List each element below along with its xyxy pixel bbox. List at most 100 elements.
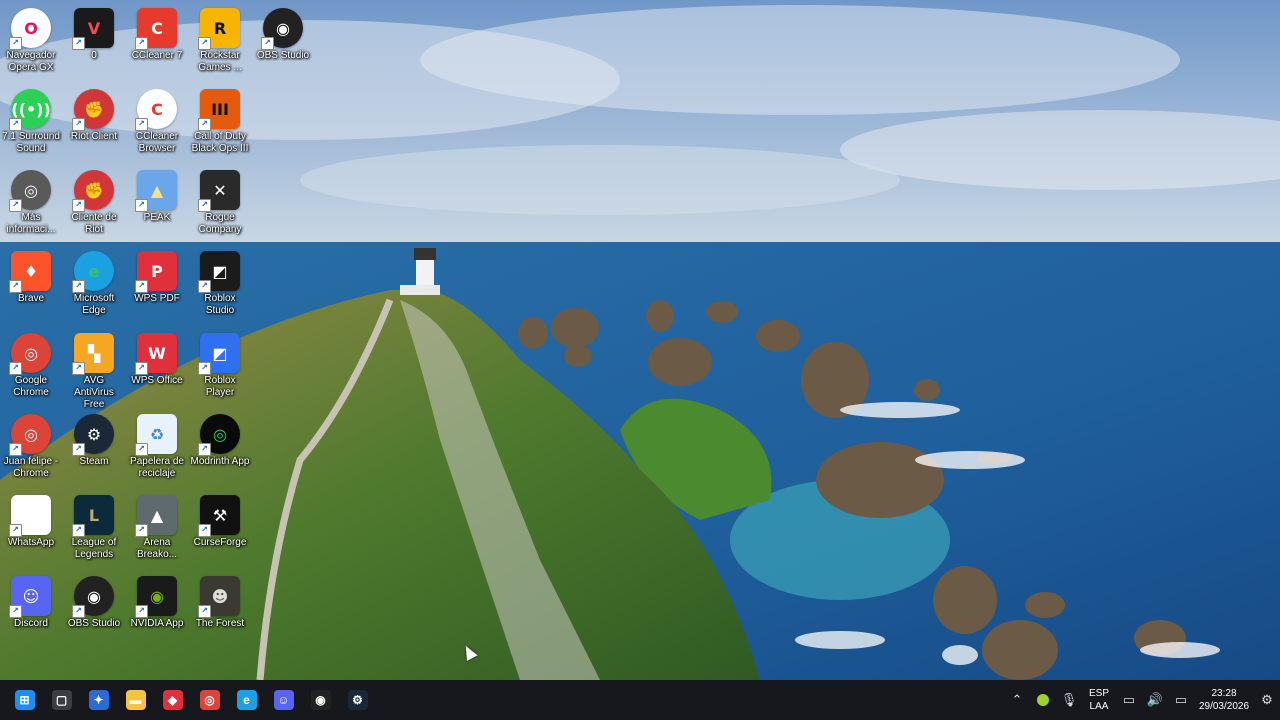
desktop-shortcut-label: OBS Studio: [67, 618, 121, 629]
shortcut-arrow-icon: ↗: [72, 118, 85, 131]
desktop-shortcut[interactable]: ◩ ↗ Roblox Player: [189, 329, 251, 399]
system-tray: ⌃ 🎙 ESP LAA ▭ 🔊 ▭ 23:28 29/03/2026 ⚙: [1004, 680, 1280, 720]
language-indicator[interactable]: ESP LAA: [1082, 687, 1116, 713]
taskbar-button[interactable]: ◉: [302, 680, 339, 720]
desktop-shortcut[interactable]: ⚒ ↗ CurseForge: [189, 491, 251, 549]
desktop-shortcut[interactable]: e ↗ Microsoft Edge: [63, 247, 125, 317]
desktop-shortcut[interactable]: ▚ ↗ AVG AntiVirus Free: [63, 329, 125, 411]
desktop-shortcut[interactable]: C ↗ CCleaner Browser: [126, 85, 188, 155]
desktop-shortcut-label: Discord: [14, 618, 48, 629]
desktop-shortcut[interactable]: ✕ ↗ Rogue Company: [189, 166, 251, 236]
shortcut-arrow-icon: ↗: [72, 605, 85, 618]
desktop-shortcut[interactable]: O ↗ Navegador Opera GX: [0, 4, 62, 74]
taskbar-button[interactable]: ▢: [43, 680, 80, 720]
desktop-shortcut[interactable]: ◉ ↗ NVIDIA App: [126, 572, 188, 630]
shortcut-arrow-icon: ↗: [198, 443, 211, 456]
desktop-shortcut[interactable]: ◎ ↗ Más informaci...: [0, 166, 62, 236]
desktop-shortcut-label: 7.1 Surround Sound: [2, 131, 60, 154]
desktop-shortcut[interactable]: ☻ ↗ The Forest: [189, 572, 251, 630]
shortcut-arrow-icon: ↗: [72, 37, 85, 50]
clock-date: 29/03/2026: [1198, 701, 1250, 712]
desktop-shortcut-label: Google Chrome: [13, 375, 49, 398]
battery-icon[interactable]: ▭: [1168, 680, 1194, 720]
desktop-shortcut[interactable]: ◉ ↗ OBS Studio: [63, 572, 125, 630]
desktop-shortcut-label: Microsoft Edge: [73, 293, 115, 316]
desktop-shortcut[interactable]: ((•)) ↗ 7.1 Surround Sound: [0, 85, 62, 155]
taskbar-button[interactable]: e: [228, 680, 265, 720]
desktop-shortcut[interactable]: ▲ ↗ Arena Breako...: [126, 491, 188, 561]
discord-icon: ☺ ↗: [9, 576, 51, 618]
obs-icon: ◉ ↗: [261, 8, 303, 50]
shortcut-arrow-icon: ↗: [72, 199, 85, 212]
taskbar-button[interactable]: ⚙: [339, 680, 376, 720]
chrome-profile-icon: ◎ ↗: [9, 414, 51, 456]
notifications-icon[interactable]: ⚙: [1254, 680, 1280, 720]
desktop-shortcut[interactable]: W ↗ WPS Office: [126, 329, 188, 387]
desktop-shortcut-label: Roblox Studio: [204, 293, 236, 316]
riot-client-icon: ✊ ↗: [72, 170, 114, 212]
network-icon[interactable]: ▭: [1116, 680, 1142, 720]
arena-breakout-icon: ▲ ↗: [135, 495, 177, 537]
chevron-up-icon[interactable]: ⌃: [1004, 680, 1030, 720]
desktop-shortcut[interactable]: R ↗ Rockstar Games ...: [189, 4, 251, 74]
desktop-shortcut-label: PEAK: [143, 212, 171, 223]
roblox-player-icon: ◩ ↗: [198, 333, 240, 375]
desktop-shortcut[interactable]: ◩ ↗ Roblox Studio: [189, 247, 251, 317]
desktop-shortcut[interactable]: ◎ ↗ Modrinth App: [189, 410, 251, 468]
league-icon: L ↗: [72, 495, 114, 537]
taskbar-button[interactable]: ⊞: [6, 680, 43, 720]
keyboard-layout: LAA: [1089, 701, 1109, 712]
desktop-shortcut-label: WPS Office: [131, 375, 183, 386]
desktop-shortcut-label: Riot Client: [70, 131, 118, 142]
desktop-shortcut-label: WPS PDF: [134, 293, 180, 304]
desktop-shortcut[interactable]: V ↗ 0: [63, 4, 125, 62]
desktop-shortcut[interactable]: ▲ ↗ PEAK: [126, 166, 188, 224]
desktop-shortcut[interactable]: ⚙ ↗ Steam: [63, 410, 125, 468]
surround-sound-icon: ((•)) ↗: [9, 89, 51, 131]
tray-app-icon[interactable]: [1030, 680, 1056, 720]
recycle-bin-icon: ♻ ↗: [135, 414, 177, 456]
windows-start-icon: ⊞: [14, 690, 35, 710]
desktop-shortcut-label: AVG AntiVirus Free: [74, 375, 114, 410]
desktop-shortcut[interactable]: ♻ ↗ Papelera de reciclaje: [126, 410, 188, 480]
desktop-shortcut-label: Rogue Company: [198, 212, 242, 235]
desktop-shortcut-label: Más informaci...: [6, 212, 56, 235]
desktop-shortcut[interactable]: ☺ ↗ Discord: [0, 572, 62, 630]
shortcut-arrow-icon: ↗: [198, 199, 211, 212]
desktop-shortcut[interactable]: ◉ ↗ OBS Studio: [252, 4, 314, 62]
desktop-shortcut[interactable]: ✊ ↗ Cliente de Riot: [63, 166, 125, 236]
shortcut-arrow-icon: ↗: [9, 37, 22, 50]
taskbar-button[interactable]: ☺: [265, 680, 302, 720]
shortcut-arrow-icon: ↗: [135, 362, 148, 375]
desktop-shortcut[interactable]: C ↗ CCleaner 7: [126, 4, 188, 62]
desktop-shortcut[interactable]: ◎ ↗ Juan felipe - Chrome: [0, 410, 62, 480]
shortcut-arrow-icon: ↗: [198, 118, 211, 131]
desktop-shortcut[interactable]: ♦ ↗ Brave: [0, 247, 62, 305]
desktop-shortcut-label: Juan felipe - Chrome: [3, 456, 59, 479]
microphone-icon[interactable]: 🎙: [1056, 680, 1082, 720]
shortcut-arrow-icon: ↗: [135, 524, 148, 537]
valorant-icon: V ↗: [72, 8, 114, 50]
clock[interactable]: 23:28 29/03/2026: [1194, 687, 1254, 713]
desktop-shortcut[interactable]: P ↗ WPS PDF: [126, 247, 188, 305]
steam-icon: ⚙ ↗: [72, 414, 114, 456]
taskbar-button[interactable]: ◆: [154, 680, 191, 720]
desktop-shortcut-label: Call of Duty Black Ops III: [191, 131, 249, 154]
taskbar-button[interactable]: ◎: [191, 680, 228, 720]
shortcut-arrow-icon: ↗: [135, 280, 148, 293]
ccleaner-browser-icon: C ↗: [135, 89, 177, 131]
desktop-shortcut[interactable]: ↗ WhatsApp: [0, 491, 62, 549]
volume-icon[interactable]: 🔊: [1142, 680, 1168, 720]
desktop-shortcut[interactable]: ◎ ↗ Google Chrome: [0, 329, 62, 399]
taskbar-button[interactable]: ▬: [117, 680, 154, 720]
peak-icon: ▲ ↗: [135, 170, 177, 212]
taskbar-button[interactable]: ✦: [80, 680, 117, 720]
desktop-shortcut[interactable]: ✊ ↗ Riot Client: [63, 85, 125, 143]
shortcut-arrow-icon: ↗: [135, 37, 148, 50]
clock-time: 23:28: [1211, 688, 1237, 699]
shortcut-arrow-icon: ↗: [198, 605, 211, 618]
shortcut-arrow-icon: ↗: [135, 199, 148, 212]
desktop-shortcut[interactable]: L ↗ League of Legends: [63, 491, 125, 561]
desktop-shortcut[interactable]: III ↗ Call of Duty Black Ops III: [189, 85, 251, 155]
ccleaner-icon: C ↗: [135, 8, 177, 50]
